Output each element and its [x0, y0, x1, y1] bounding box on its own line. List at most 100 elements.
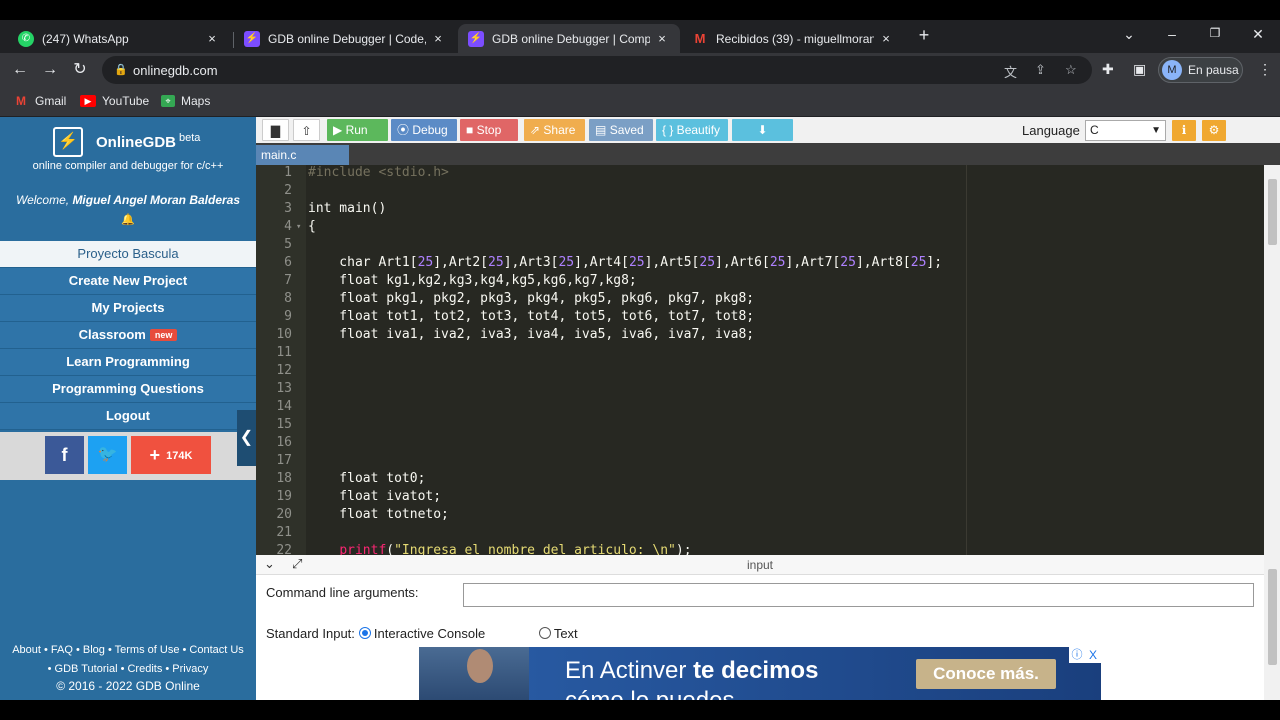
youtube-icon: ▶ [80, 95, 96, 107]
line-number: 6 [284, 255, 292, 270]
text-radio[interactable] [538, 627, 551, 639]
chevron-down-icon: ▼ [1151, 125, 1161, 136]
gdb-icon: ⚡ [244, 30, 260, 47]
user-name[interactable]: Miguel Angel Moran Balderas [72, 193, 240, 207]
io-title: input [746, 558, 774, 572]
gmail-icon: M [694, 31, 706, 46]
io-scrollbar[interactable] [1264, 555, 1280, 700]
bell-icon[interactable]: 🔔 [121, 213, 135, 226]
tab-search-icon[interactable]: ⌄ [1115, 26, 1143, 43]
forward-icon[interactable]: → [38, 58, 62, 82]
code-line: char Art1[25],Art2[25],Art3[25],Art4[25]… [308, 255, 943, 270]
window-close-icon[interactable]: ✕ [1244, 26, 1272, 43]
ad-text-bold: te decimos [693, 657, 819, 684]
saved-button[interactable]: ▤ Saved [589, 119, 653, 141]
sidebar-item-classroom[interactable]: Classroom new [0, 322, 256, 349]
editor-scrollbar[interactable] [1264, 165, 1280, 555]
translate-icon[interactable]: 文 [1004, 62, 1017, 81]
file-tab-main-c[interactable]: main.c [256, 145, 349, 165]
line-number: 20 [276, 507, 292, 522]
line-number: 3 [284, 201, 292, 216]
share-page-icon[interactable]: ⇪ [1035, 62, 1046, 78]
brand[interactable]: ⚡ OnlineGDB beta online compiler and deb… [0, 117, 256, 181]
new-tab-button[interactable]: + [910, 25, 938, 46]
fold-arrow-icon[interactable]: ▾ [296, 222, 301, 232]
run-button[interactable]: ▶ Run [327, 119, 388, 141]
interactive-console-radio[interactable] [358, 627, 371, 639]
advertisement-banner[interactable]: En Actinver te decimos cómo lo puedes Co… [419, 647, 1101, 700]
beautify-button[interactable]: { } Beautify [656, 119, 728, 141]
download-icon[interactable]: ⬇ [732, 119, 793, 141]
line-number: 1 [284, 165, 292, 180]
extensions-icon[interactable]: ✚ [1102, 61, 1114, 78]
collapse-sidebar-icon[interactable]: ❮ [237, 410, 256, 466]
side-panel-icon[interactable]: ▣ [1133, 61, 1146, 78]
footer-line-2[interactable]: • GDB Tutorial • Credits • Privacy [0, 660, 256, 679]
sidebar-item-proyecto-bascula[interactable]: Proyecto Bascula [0, 241, 256, 268]
new-badge: new [149, 329, 178, 341]
tab-gdb-compiler[interactable]: ⚡ GDB online Debugger | Compiler × [458, 24, 680, 53]
address-bar[interactable]: 🔒 onlinegdb.com 文 ⇪ ☆ [102, 56, 1092, 84]
command-line-args-input[interactable] [463, 583, 1254, 607]
bookmark-youtube[interactable]: ▶ YouTube [80, 94, 149, 108]
avatar: M [1162, 60, 1182, 80]
tab-gdb-code[interactable]: ⚡ GDB online Debugger | Code, Co × [234, 24, 456, 53]
profile-button[interactable]: M En pausa [1158, 57, 1243, 83]
info-icon[interactable]: ℹ [1172, 120, 1196, 141]
line-number: 2 [284, 183, 292, 198]
menu-icon[interactable]: ⋮ [1258, 61, 1272, 78]
code-line: float pkg1, pkg2, pkg3, pkg4, pkg5, pkg6… [308, 291, 755, 306]
io-header: ⌄ ⤢ input [256, 555, 1264, 575]
sidebar-item-my-projects[interactable]: My Projects [0, 295, 256, 322]
close-tab-icon[interactable]: × [654, 31, 670, 46]
option-text-label[interactable]: Text [554, 626, 578, 641]
gmail-icon: M [16, 94, 26, 108]
facebook-icon[interactable]: f [45, 436, 84, 474]
ad-info-icon[interactable]: ⓘ [1069, 647, 1085, 663]
bookmark-label: YouTube [102, 94, 150, 108]
new-file-icon[interactable]: ▇ [262, 119, 289, 141]
minimize-icon[interactable]: – [1158, 26, 1186, 42]
close-tab-icon[interactable]: × [878, 31, 894, 46]
scrollbar-thumb[interactable] [1268, 179, 1277, 245]
bookmark-maps[interactable]: ⌖ Maps [161, 94, 210, 108]
code-line: float iva1, iva2, iva3, iva4, iva5, iva6… [308, 327, 755, 342]
play-icon: ▶ [333, 123, 343, 137]
language-select[interactable]: C ▼ [1085, 120, 1166, 141]
onlinegdb-logo-icon: ⚡ [53, 127, 83, 157]
bookmark-gmail[interactable]: M Gmail [13, 94, 66, 108]
settings-gear-icon[interactable]: ⚙ [1202, 120, 1226, 141]
bookmark-star-icon[interactable]: ☆ [1065, 62, 1077, 78]
sidebar-item-learn-programming[interactable]: Learn Programming [0, 349, 256, 376]
editor-area: ▇ ⇧ ▶ Run ⦿ Debug ■ Stop ⇗ Share ▤ Saved… [256, 117, 1280, 700]
footer-line-1[interactable]: About • FAQ • Blog • Terms of Use • Cont… [0, 641, 256, 660]
stop-button[interactable]: ■ Stop [460, 119, 518, 141]
sidebar-item-logout[interactable]: Logout [0, 403, 256, 430]
maps-icon: ⌖ [161, 95, 175, 107]
share-count-button[interactable]: + 174K [131, 436, 211, 474]
share-button[interactable]: ⇗ Share [524, 119, 585, 141]
code-line: float tot0; [308, 471, 426, 486]
option-console-label[interactable]: Interactive Console [374, 626, 485, 641]
welcome-prefix: Welcome, [15, 193, 73, 207]
ad-cta-button[interactable]: Conoce más. [916, 659, 1056, 689]
ad-close-icon[interactable]: X [1085, 647, 1101, 663]
close-tab-icon[interactable]: × [430, 31, 446, 46]
sidebar-item-programming-questions[interactable]: Programming Questions [0, 376, 256, 403]
scrollbar-thumb[interactable] [1268, 569, 1277, 665]
reload-icon[interactable]: ↻ [68, 58, 92, 82]
tab-strip: ✆ (247) WhatsApp × ⚡ GDB online Debugger… [0, 20, 1280, 53]
social-share-bar: f 🐦 + 174K [0, 432, 256, 480]
restore-icon[interactable]: ❐ [1201, 26, 1229, 40]
debug-button[interactable]: ⦿ Debug [391, 119, 457, 141]
sidebar-item-create-project[interactable]: Create New Project [0, 268, 256, 295]
ad-text: En Actinver te decimos [565, 657, 818, 685]
upload-icon[interactable]: ⇧ [293, 119, 320, 141]
twitter-icon[interactable]: 🐦 [88, 436, 127, 474]
back-icon[interactable]: ← [8, 58, 32, 82]
run-label: Run [345, 123, 368, 137]
tab-gmail[interactable]: M Recibidos (39) - miguellmorann1 × [682, 24, 904, 53]
tab-whatsapp[interactable]: ✆ (247) WhatsApp × [8, 24, 230, 53]
code-editor[interactable]: 1 2 3 4 ▾ 5 6 7 8 9 10 11 12 13 14 15 16 17 18 19 20 21 22 #in… [256, 165, 1264, 555]
close-tab-icon[interactable]: × [204, 31, 220, 46]
